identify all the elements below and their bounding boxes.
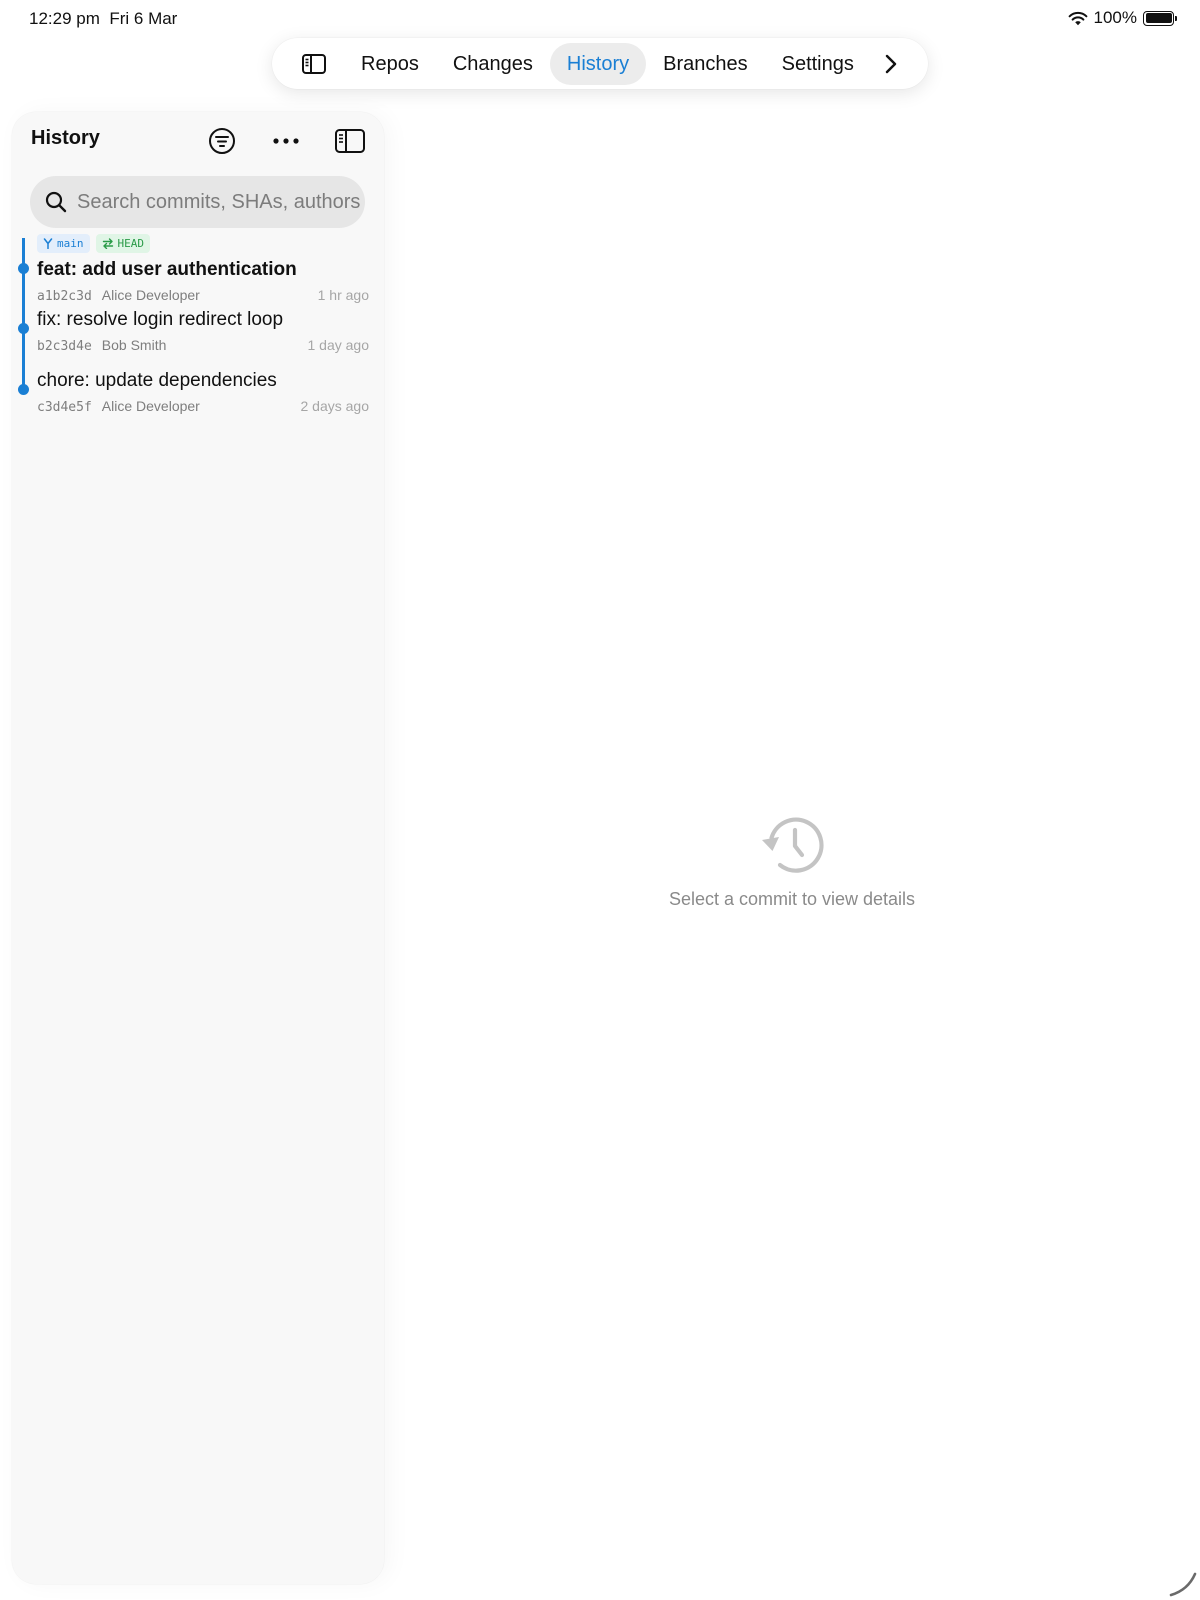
ellipsis-icon	[273, 138, 299, 144]
tab-repos[interactable]: Repos	[344, 43, 436, 85]
tab-history[interactable]: History	[549, 42, 647, 85]
tab-changes[interactable]: Changes	[436, 43, 550, 85]
sidebar-toggle-icon	[302, 53, 326, 74]
commit-message: fix: resolve login redirect loop	[37, 309, 284, 330]
commit-time: 1 hr ago	[317, 287, 369, 303]
tab-settings[interactable]: Settings	[765, 43, 871, 85]
status-time: 12:29 pm Fri 6 Mar	[29, 9, 177, 29]
wifi-icon	[1068, 11, 1087, 25]
history-sidebar: History Search commits, SHAs, authors ma…	[12, 112, 384, 1584]
tab-branches[interactable]: Branches	[646, 43, 765, 85]
commit-message: chore: update dependencies	[37, 370, 277, 391]
commit-graph-dot	[18, 263, 29, 274]
status-date-label: Fri 6 Mar	[109, 9, 178, 28]
commit-row[interactable]: fix: resolve login redirect loop b2c3d4e…	[37, 309, 369, 354]
sidebar-collapse-button[interactable]	[330, 121, 370, 161]
status-bar: 12:29 pm Fri 6 Mar 100%	[0, 0, 1200, 38]
filter-button[interactable]	[202, 121, 242, 161]
more-tabs-button[interactable]	[871, 38, 911, 89]
commit-graph-dot	[18, 323, 29, 334]
head-ref-label: HEAD	[117, 237, 145, 250]
branch-ref-label: main	[57, 237, 84, 250]
commit-graph-dot	[18, 384, 29, 395]
commit-row[interactable]: chore: update dependencies c3d4e5f Alice…	[37, 370, 369, 415]
search-field[interactable]	[30, 176, 365, 228]
commit-meta: a1b2c3d Alice Developer 1 hr ago	[37, 287, 369, 304]
commit-meta: c3d4e5f Alice Developer 2 days ago	[37, 398, 369, 415]
detail-empty-state: Select a commit to view details	[384, 815, 1200, 910]
commit-graph-line	[22, 238, 25, 390]
battery-percent: 100%	[1093, 8, 1137, 27]
top-tab-bar: Repos Changes History Branches Settings	[272, 38, 928, 89]
arrows-swap-icon	[102, 238, 113, 249]
history-clock-icon	[762, 817, 824, 873]
commit-time: 2 days ago	[300, 398, 370, 414]
sidebar-toggle-button[interactable]	[284, 38, 344, 89]
status-time-label: 12:29 pm	[29, 9, 100, 28]
commit-row[interactable]: main HEAD feat: add user authentication …	[37, 234, 369, 304]
branch-icon	[43, 238, 53, 249]
commit-author: Bob Smith	[101, 337, 167, 353]
empty-state-text: Select a commit to view details	[668, 889, 916, 909]
battery-fill	[1145, 13, 1172, 23]
commit-sha: b2c3d4e	[37, 339, 92, 354]
head-ref-badge: HEAD	[95, 234, 150, 253]
commit-sha: c3d4e5f	[37, 400, 92, 415]
filter-icon	[209, 128, 235, 154]
chevron-right-icon	[885, 54, 897, 73]
status-indicators: 100%	[1068, 8, 1177, 28]
commit-time: 1 day ago	[307, 337, 370, 353]
resize-handle-icon[interactable]	[1168, 1568, 1198, 1598]
commit-author: Alice Developer	[101, 398, 200, 414]
search-icon	[45, 191, 67, 213]
sidebar-collapse-icon	[335, 129, 365, 153]
commit-author: Alice Developer	[101, 287, 200, 303]
sidebar-title: History	[31, 127, 100, 149]
commit-meta: b2c3d4e Bob Smith 1 day ago	[37, 337, 369, 354]
commit-refs: main HEAD	[37, 234, 369, 253]
commit-sha: a1b2c3d	[37, 289, 92, 304]
more-options-button[interactable]	[266, 121, 306, 161]
search-input[interactable]	[77, 190, 365, 214]
commit-message: feat: add user authentication	[37, 259, 297, 280]
branch-ref-badge: main	[37, 234, 90, 253]
battery-icon	[1143, 10, 1177, 26]
